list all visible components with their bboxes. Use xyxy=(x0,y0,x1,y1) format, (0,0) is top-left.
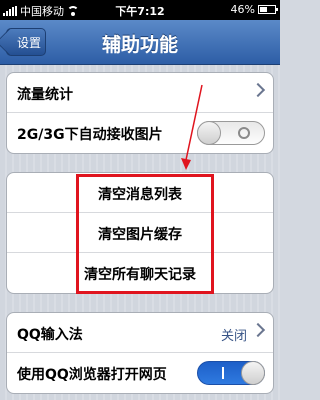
qq-input-method-row[interactable]: QQ输入法 关闭 xyxy=(7,313,273,353)
toggle-knob xyxy=(197,121,221,145)
auto-receive-images-row: 2G/3G下自动接收图片 xyxy=(7,113,273,153)
settings-page: 中国移动 下午7:12 46% 设置 辅助功能 流量统计 2G/3G下自动接收图… xyxy=(0,0,280,400)
qq-input-method-value: 关闭 xyxy=(220,329,247,344)
toggle-on-icon xyxy=(222,367,224,379)
settings-group-qq: QQ输入法 关闭 使用QQ浏览器打开网页 xyxy=(6,312,274,394)
use-qq-browser-toggle[interactable] xyxy=(197,361,265,385)
navigation-bar: 设置 辅助功能 xyxy=(0,20,280,65)
battery-percent: 46% xyxy=(230,3,255,16)
toggle-knob xyxy=(241,361,265,385)
chevron-right-icon xyxy=(250,322,266,338)
battery-icon xyxy=(258,5,278,14)
auto-receive-images-label: 2G/3G下自动接收图片 xyxy=(17,127,163,143)
qq-input-method-label: QQ输入法 xyxy=(17,327,83,343)
battery-indicator: 46% xyxy=(230,3,278,16)
use-qq-browser-label: 使用QQ浏览器打开网页 xyxy=(17,367,167,383)
status-bar: 中国移动 下午7:12 46% xyxy=(0,0,280,20)
traffic-stats-label: 流量统计 xyxy=(17,87,73,103)
settings-group-general: 流量统计 2G/3G下自动接收图片 xyxy=(6,72,274,154)
annotation-highlight-box xyxy=(76,174,214,294)
traffic-stats-row[interactable]: 流量统计 xyxy=(7,73,273,113)
chevron-right-icon xyxy=(250,82,266,98)
toggle-off-icon xyxy=(238,127,250,139)
auto-receive-images-toggle[interactable] xyxy=(197,121,265,145)
page-title: 辅助功能 xyxy=(101,34,178,56)
use-qq-browser-row: 使用QQ浏览器打开网页 xyxy=(7,353,273,393)
